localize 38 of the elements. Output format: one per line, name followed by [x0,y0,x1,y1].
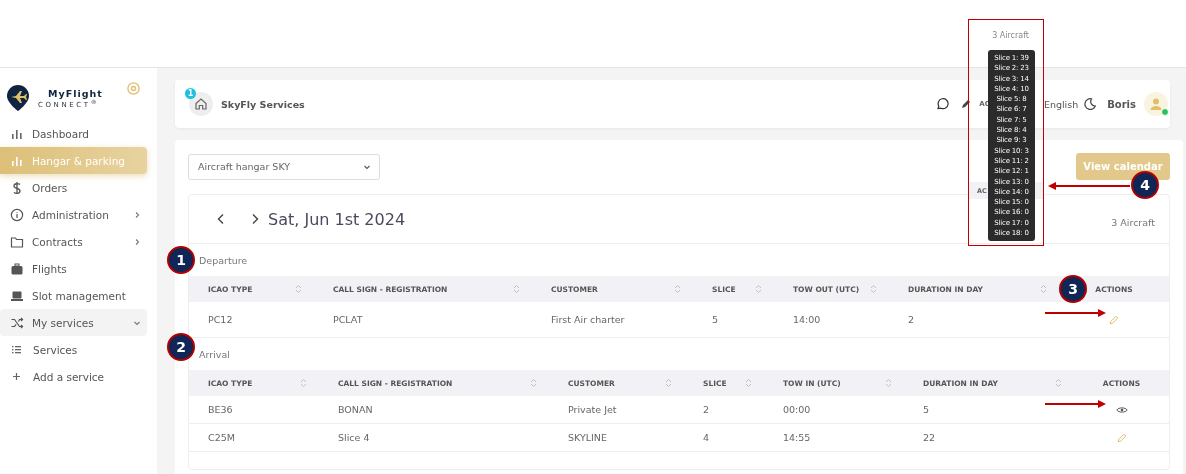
table-cell: 14:55 [783,432,811,443]
table-cell: SKYLINE [568,432,607,443]
nav-item[interactable]: Slot management [0,282,147,309]
nav-item[interactable]: My services [0,309,147,336]
date-title: Sat, Jun 1st 2024 [268,209,406,229]
nav-item[interactable]: Orders [0,174,147,201]
table-cell: Slice 4 [338,432,370,443]
section-title: Arrival [199,348,230,360]
table-cell: BE36 [208,404,233,415]
organization-name: SkyFly Services [221,98,305,110]
logo-title: MyFlight [48,88,103,99]
table-cell: 5 [712,314,719,325]
table-cell: 22 [923,432,936,443]
nav-item[interactable]: Dashboard [0,120,147,147]
nav-item[interactable]: Administration [0,201,147,228]
table-cell: BONAN [338,404,373,415]
table-cell: 4 [703,432,710,443]
notification-badge: 1 [185,88,196,99]
user-name[interactable]: Boris [1107,98,1136,110]
nav-item[interactable]: Flights [0,255,147,282]
hangar-select[interactable]: Aircraft hangar SKY [188,153,380,180]
table-cell: PC12 [208,314,233,325]
language-selector[interactable]: English [1043,98,1079,110]
table-cell: 2 [703,404,710,415]
table-cell: Private Jet [568,404,617,415]
nav-subitem[interactable]: Services [0,336,157,363]
table-cell: 00:00 [783,404,811,415]
nav-subitem[interactable]: Add a service [0,363,157,390]
aircraft-count: 3 Aircraft [992,31,1029,40]
table-cell: PCLAT [333,314,363,325]
table-cell: First Air charter [551,314,625,325]
table-cell: 5 [923,404,930,415]
nav-item[interactable]: Contracts [0,228,147,255]
section-title: Departure [199,254,248,266]
table-cell: 14:00 [793,314,821,325]
aircraft-count: 3 Aircraft [1111,216,1155,228]
table-cell: C25M [208,432,235,443]
table-cell: 2 [908,314,915,325]
